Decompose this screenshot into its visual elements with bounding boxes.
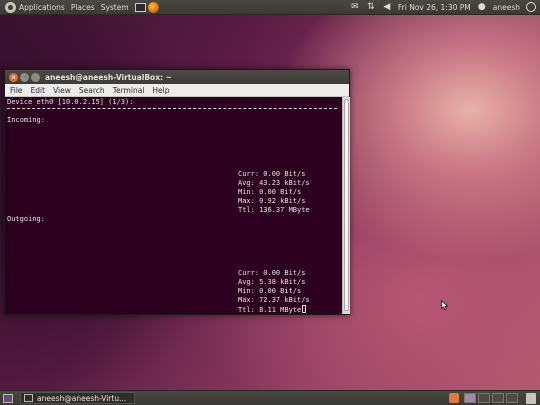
applications-menu-button[interactable]: Applications [0,0,68,15]
outgoing-ttl: Ttl: 8.11 MByte [238,306,302,314]
window-titlebar[interactable]: × aneesh@aneesh-VirtualBox: ~ [5,70,349,84]
separator-line [7,108,337,109]
clock[interactable]: Fri Nov 26, 1:30 PM [395,0,474,15]
network-icon[interactable]: ⇅ [366,2,376,12]
outgoing-max: Max: 72.37 kBit/s [238,296,310,304]
places-menu[interactable]: Places [68,0,98,15]
workspace-2[interactable] [478,393,490,403]
text-cursor [302,305,307,313]
outgoing-curr: Curr: 0.00 Bit/s [238,269,306,277]
scrollbar-thumb[interactable] [344,99,349,311]
menu-search[interactable]: Search [75,86,109,95]
outgoing-min: Min: 0.00 Bit/s [238,287,302,295]
taskbar-terminal-button[interactable]: aneesh@aneesh-Virtu... [20,392,135,404]
incoming-max: Max: 0.92 kBit/s [238,197,306,205]
outgoing-avg: Avg: 5.38 kBit/s [238,278,306,286]
bottom-panel: aneesh@aneesh-Virtu... [0,390,540,405]
volume-icon[interactable]: ◀ [382,2,392,12]
mouse-pointer-icon [441,300,449,310]
mail-icon[interactable]: ✉ [350,2,360,12]
power-icon[interactable] [526,2,536,12]
terminal-menubar: File Edit View Search Terminal Help [5,84,349,97]
maximize-window-button[interactable] [31,72,40,82]
workspace-4[interactable] [506,393,518,403]
menu-help[interactable]: Help [148,86,173,95]
device-header: Device eth0 [10.0.2.15] (1/3): [7,98,134,106]
update-notifier-icon[interactable] [449,393,459,403]
incoming-min: Min: 0.00 Bit/s [238,188,302,196]
applications-menu-label: Applications [19,2,65,12]
menu-terminal[interactable]: Terminal [109,86,149,95]
ubuntu-logo-icon [5,1,16,13]
user-icon: ● [477,2,486,12]
top-panel: Applications Places System ✉ ⇅ ◀ Fri Nov… [0,0,540,15]
trash-icon[interactable] [526,392,536,404]
terminal-window: × aneesh@aneesh-VirtualBox: ~ File Edit … [4,69,350,315]
terminal-scrollbar[interactable] [342,97,350,314]
user-menu[interactable]: aneesh [490,0,523,15]
system-menu[interactable]: System [98,0,132,15]
incoming-curr: Curr: 0.00 Bit/s [238,170,306,178]
close-window-button[interactable]: × [9,72,18,82]
window-title: aneesh@aneesh-VirtualBox: ~ [45,72,172,82]
minimize-window-button[interactable] [20,72,29,82]
show-desktop-icon[interactable] [3,393,13,403]
menu-file[interactable]: File [5,86,27,95]
taskbar-terminal-label: aneesh@aneesh-Virtu... [37,393,127,403]
firefox-launcher-icon[interactable] [147,1,159,13]
menu-view[interactable]: View [49,86,75,95]
workspace-1[interactable] [464,393,476,403]
terminal-launcher-icon[interactable] [134,2,146,12]
menu-edit[interactable]: Edit [27,86,50,95]
outgoing-label: Outgoing: [7,215,45,223]
workspace-3[interactable] [492,393,504,403]
incoming-ttl: Ttl: 136.37 MByte [238,206,310,214]
terminal-output[interactable]: Device eth0 [10.0.2.15] (1/3): Incoming:… [5,97,342,314]
outgoing-ttl-line: Ttl: 8.11 MByte [238,305,307,315]
incoming-avg: Avg: 43.23 kBit/s [238,179,310,187]
terminal-icon [24,394,33,402]
incoming-label: Incoming: [7,116,45,124]
